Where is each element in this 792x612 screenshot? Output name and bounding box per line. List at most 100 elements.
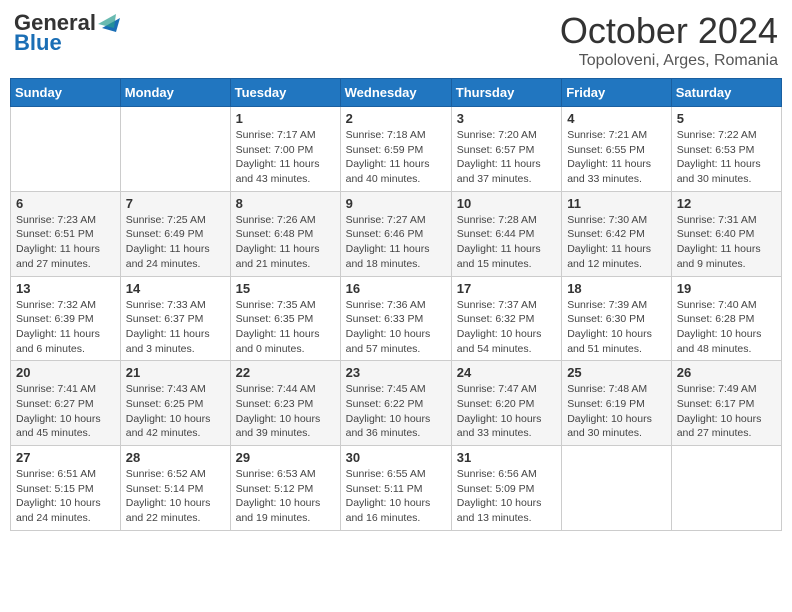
day-number: 15	[236, 281, 335, 296]
day-cell	[11, 107, 121, 192]
day-number: 10	[457, 196, 556, 211]
day-cell: 15 Sunrise: 7:35 AM Sunset: 6:35 PM Dayli…	[230, 276, 340, 361]
day-number: 2	[346, 111, 446, 126]
day-cell: 17 Sunrise: 7:37 AM Sunset: 6:32 PM Dayli…	[451, 276, 561, 361]
day-number: 17	[457, 281, 556, 296]
day-info: Sunrise: 7:26 AM Sunset: 6:48 PM Dayligh…	[236, 213, 335, 272]
day-cell: 8 Sunrise: 7:26 AM Sunset: 6:48 PM Daylig…	[230, 191, 340, 276]
day-number: 26	[677, 365, 776, 380]
week-row-3: 13 Sunrise: 7:32 AM Sunset: 6:39 PM Dayli…	[11, 276, 782, 361]
day-number: 28	[126, 450, 225, 465]
header-cell-sunday: Sunday	[11, 79, 121, 107]
day-info: Sunrise: 7:28 AM Sunset: 6:44 PM Dayligh…	[457, 213, 556, 272]
day-info: Sunrise: 7:43 AM Sunset: 6:25 PM Dayligh…	[126, 382, 225, 441]
day-cell: 11 Sunrise: 7:30 AM Sunset: 6:42 PM Dayli…	[562, 191, 672, 276]
day-number: 5	[677, 111, 776, 126]
day-cell: 21 Sunrise: 7:43 AM Sunset: 6:25 PM Dayli…	[120, 361, 230, 446]
day-cell: 28 Sunrise: 6:52 AM Sunset: 5:14 PM Dayli…	[120, 446, 230, 531]
page-header: General Blue October 2024 Topoloveni, Ar…	[10, 10, 782, 70]
day-cell: 26 Sunrise: 7:49 AM Sunset: 6:17 PM Dayli…	[671, 361, 781, 446]
day-info: Sunrise: 7:41 AM Sunset: 6:27 PM Dayligh…	[16, 382, 115, 441]
day-number: 23	[346, 365, 446, 380]
day-number: 25	[567, 365, 666, 380]
day-info: Sunrise: 7:20 AM Sunset: 6:57 PM Dayligh…	[457, 128, 556, 187]
day-cell: 13 Sunrise: 7:32 AM Sunset: 6:39 PM Dayli…	[11, 276, 121, 361]
day-cell: 1 Sunrise: 7:17 AM Sunset: 7:00 PM Daylig…	[230, 107, 340, 192]
day-info: Sunrise: 7:35 AM Sunset: 6:35 PM Dayligh…	[236, 298, 335, 357]
day-info: Sunrise: 7:47 AM Sunset: 6:20 PM Dayligh…	[457, 382, 556, 441]
day-cell: 18Sunrise: 7:39 AM Sunset: 6:30 PM Dayli…	[562, 276, 672, 361]
day-info: Sunrise: 7:32 AM Sunset: 6:39 PM Dayligh…	[16, 298, 115, 357]
day-cell: 23 Sunrise: 7:45 AM Sunset: 6:22 PM Dayli…	[340, 361, 451, 446]
header-cell-tuesday: Tuesday	[230, 79, 340, 107]
header-cell-saturday: Saturday	[671, 79, 781, 107]
day-cell: 24 Sunrise: 7:47 AM Sunset: 6:20 PM Dayli…	[451, 361, 561, 446]
day-number: 4	[567, 111, 666, 126]
day-info: Sunrise: 7:25 AM Sunset: 6:49 PM Dayligh…	[126, 213, 225, 272]
day-number: 30	[346, 450, 446, 465]
day-number: 12	[677, 196, 776, 211]
day-cell	[562, 446, 672, 531]
day-number: 3	[457, 111, 556, 126]
logo-blue: Blue	[14, 30, 62, 56]
day-number: 6	[16, 196, 115, 211]
day-number: 9	[346, 196, 446, 211]
day-info: Sunrise: 7:22 AM Sunset: 6:53 PM Dayligh…	[677, 128, 776, 187]
day-cell: 20Sunrise: 7:41 AM Sunset: 6:27 PM Dayli…	[11, 361, 121, 446]
day-info: Sunrise: 7:45 AM Sunset: 6:22 PM Dayligh…	[346, 382, 446, 441]
week-row-2: 6 Sunrise: 7:23 AM Sunset: 6:51 PM Daylig…	[11, 191, 782, 276]
day-cell: 27Sunrise: 6:51 AM Sunset: 5:15 PM Dayli…	[11, 446, 121, 531]
logo-wing-icon	[98, 14, 120, 32]
day-info: Sunrise: 7:18 AM Sunset: 6:59 PM Dayligh…	[346, 128, 446, 187]
day-cell: 29Sunrise: 6:53 AM Sunset: 5:12 PM Dayli…	[230, 446, 340, 531]
day-number: 24	[457, 365, 556, 380]
day-info: Sunrise: 7:49 AM Sunset: 6:17 PM Dayligh…	[677, 382, 776, 441]
day-cell: 7 Sunrise: 7:25 AM Sunset: 6:49 PM Daylig…	[120, 191, 230, 276]
day-cell: 3 Sunrise: 7:20 AM Sunset: 6:57 PM Daylig…	[451, 107, 561, 192]
day-number: 7	[126, 196, 225, 211]
day-number: 21	[126, 365, 225, 380]
logo: General Blue	[14, 10, 120, 56]
day-cell: 4Sunrise: 7:21 AM Sunset: 6:55 PM Daylig…	[562, 107, 672, 192]
header-cell-monday: Monday	[120, 79, 230, 107]
day-info: Sunrise: 6:55 AM Sunset: 5:11 PM Dayligh…	[346, 467, 446, 526]
day-cell: 14Sunrise: 7:33 AM Sunset: 6:37 PM Dayli…	[120, 276, 230, 361]
day-info: Sunrise: 6:51 AM Sunset: 5:15 PM Dayligh…	[16, 467, 115, 526]
day-cell: 16Sunrise: 7:36 AM Sunset: 6:33 PM Dayli…	[340, 276, 451, 361]
week-row-4: 20Sunrise: 7:41 AM Sunset: 6:27 PM Dayli…	[11, 361, 782, 446]
day-cell: 30 Sunrise: 6:55 AM Sunset: 5:11 PM Dayli…	[340, 446, 451, 531]
day-cell: 19 Sunrise: 7:40 AM Sunset: 6:28 PM Dayli…	[671, 276, 781, 361]
day-info: Sunrise: 7:39 AM Sunset: 6:30 PM Dayligh…	[567, 298, 666, 357]
header-cell-wednesday: Wednesday	[340, 79, 451, 107]
day-cell: 9 Sunrise: 7:27 AM Sunset: 6:46 PM Daylig…	[340, 191, 451, 276]
calendar-title: October 2024	[560, 10, 778, 52]
day-cell: 6 Sunrise: 7:23 AM Sunset: 6:51 PM Daylig…	[11, 191, 121, 276]
title-block: October 2024 Topoloveni, Arges, Romania	[560, 10, 778, 70]
header-cell-thursday: Thursday	[451, 79, 561, 107]
day-info: Sunrise: 7:27 AM Sunset: 6:46 PM Dayligh…	[346, 213, 446, 272]
day-number: 1	[236, 111, 335, 126]
day-info: Sunrise: 6:53 AM Sunset: 5:12 PM Dayligh…	[236, 467, 335, 526]
calendar-body: 1 Sunrise: 7:17 AM Sunset: 7:00 PM Daylig…	[11, 107, 782, 531]
day-cell: 31 Sunrise: 6:56 AM Sunset: 5:09 PM Dayli…	[451, 446, 561, 531]
day-info: Sunrise: 7:44 AM Sunset: 6:23 PM Dayligh…	[236, 382, 335, 441]
day-info: Sunrise: 6:56 AM Sunset: 5:09 PM Dayligh…	[457, 467, 556, 526]
header-row: SundayMondayTuesdayWednesdayThursdayFrid…	[11, 79, 782, 107]
day-number: 8	[236, 196, 335, 211]
day-cell	[120, 107, 230, 192]
day-number: 31	[457, 450, 556, 465]
day-info: Sunrise: 7:17 AM Sunset: 7:00 PM Dayligh…	[236, 128, 335, 187]
day-info: Sunrise: 7:37 AM Sunset: 6:32 PM Dayligh…	[457, 298, 556, 357]
day-number: 16	[346, 281, 446, 296]
day-number: 13	[16, 281, 115, 296]
day-info: Sunrise: 7:30 AM Sunset: 6:42 PM Dayligh…	[567, 213, 666, 272]
day-number: 11	[567, 196, 666, 211]
day-number: 22	[236, 365, 335, 380]
day-cell: 10 Sunrise: 7:28 AM Sunset: 6:44 PM Dayli…	[451, 191, 561, 276]
day-info: Sunrise: 7:31 AM Sunset: 6:40 PM Dayligh…	[677, 213, 776, 272]
day-number: 14	[126, 281, 225, 296]
day-number: 19	[677, 281, 776, 296]
day-info: Sunrise: 7:23 AM Sunset: 6:51 PM Dayligh…	[16, 213, 115, 272]
day-info: Sunrise: 6:52 AM Sunset: 5:14 PM Dayligh…	[126, 467, 225, 526]
day-info: Sunrise: 7:40 AM Sunset: 6:28 PM Dayligh…	[677, 298, 776, 357]
